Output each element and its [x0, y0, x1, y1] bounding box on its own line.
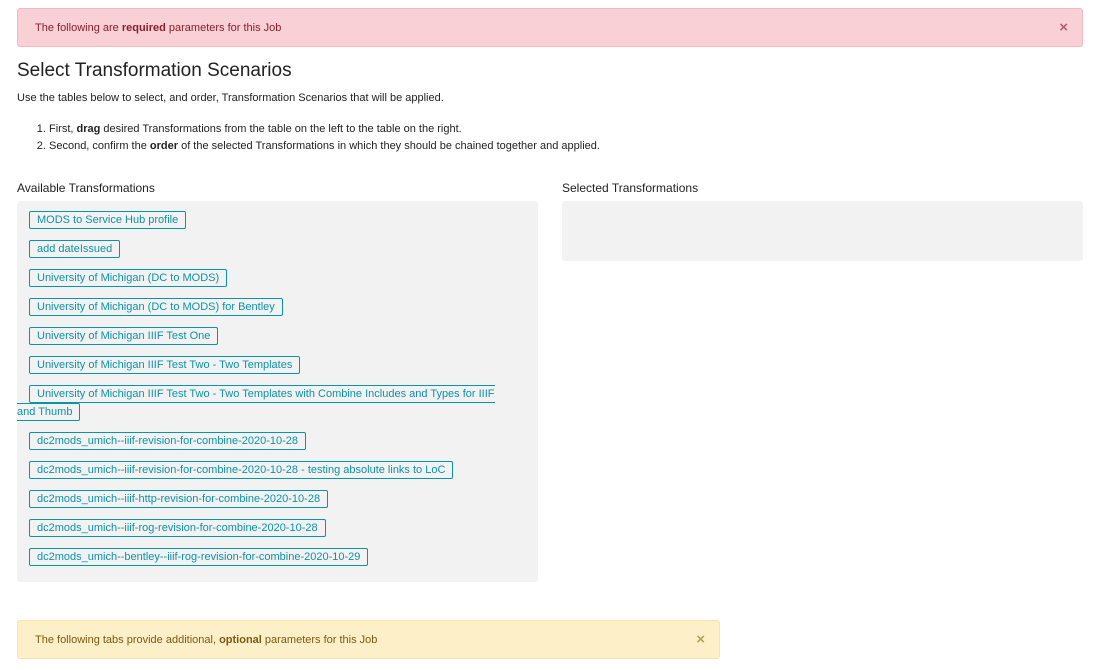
- transformation-item[interactable]: University of Michigan (DC to MODS): [29, 269, 228, 287]
- optional-emphasis: optional: [219, 634, 262, 646]
- transformation-item[interactable]: dc2mods_umich--iiif-revision-for-combine…: [29, 461, 454, 479]
- required-parameters-alert: The following are required parameters fo…: [17, 8, 1083, 47]
- close-icon[interactable]: ×: [696, 632, 705, 647]
- transformation-item[interactable]: dc2mods_umich--iiif-rog-revision-for-com…: [29, 519, 326, 537]
- transformation-item[interactable]: University of Michigan (DC to MODS) for …: [29, 298, 283, 316]
- available-transformations-label: Available Transformations: [17, 181, 155, 195]
- transformation-item[interactable]: dc2mods_umich--iiif-revision-for-combine…: [29, 432, 307, 450]
- transformation-item[interactable]: add dateIssued: [29, 240, 121, 258]
- transformation-item[interactable]: dc2mods_umich--bentley--iiif-rog-revisio…: [29, 548, 369, 566]
- selected-transformations-list[interactable]: [562, 201, 1083, 261]
- required-emphasis: required: [121, 22, 166, 34]
- page-title: Select Transformation Scenarios: [17, 60, 292, 81]
- required-alert-message: The following are required parameters fo…: [35, 22, 282, 34]
- selected-transformations-label: Selected Transformations: [562, 181, 699, 195]
- available-transformations-list[interactable]: MODS to Service Hub profile add dateIssu…: [17, 201, 538, 582]
- transformation-item[interactable]: MODS to Service Hub profile: [29, 211, 187, 229]
- instruction-steps: First, drag desired Transformations from…: [17, 121, 600, 155]
- step-item: Second, confirm the order of the selecte…: [49, 138, 600, 155]
- transformation-item[interactable]: University of Michigan IIIF Test Two - T…: [29, 356, 301, 374]
- optional-alert-message: The following tabs provide additional, o…: [35, 634, 378, 646]
- intro-text: Use the tables below to select, and orde…: [17, 92, 444, 104]
- close-icon[interactable]: ×: [1059, 20, 1068, 35]
- transformation-item[interactable]: University of Michigan IIIF Test One: [29, 327, 219, 345]
- transformation-item[interactable]: University of Michigan IIIF Test Two - T…: [17, 385, 495, 421]
- optional-parameters-alert: The following tabs provide additional, o…: [17, 620, 720, 659]
- transformation-item[interactable]: dc2mods_umich--iiif-http-revision-for-co…: [29, 490, 329, 508]
- step-item: First, drag desired Transformations from…: [49, 121, 600, 138]
